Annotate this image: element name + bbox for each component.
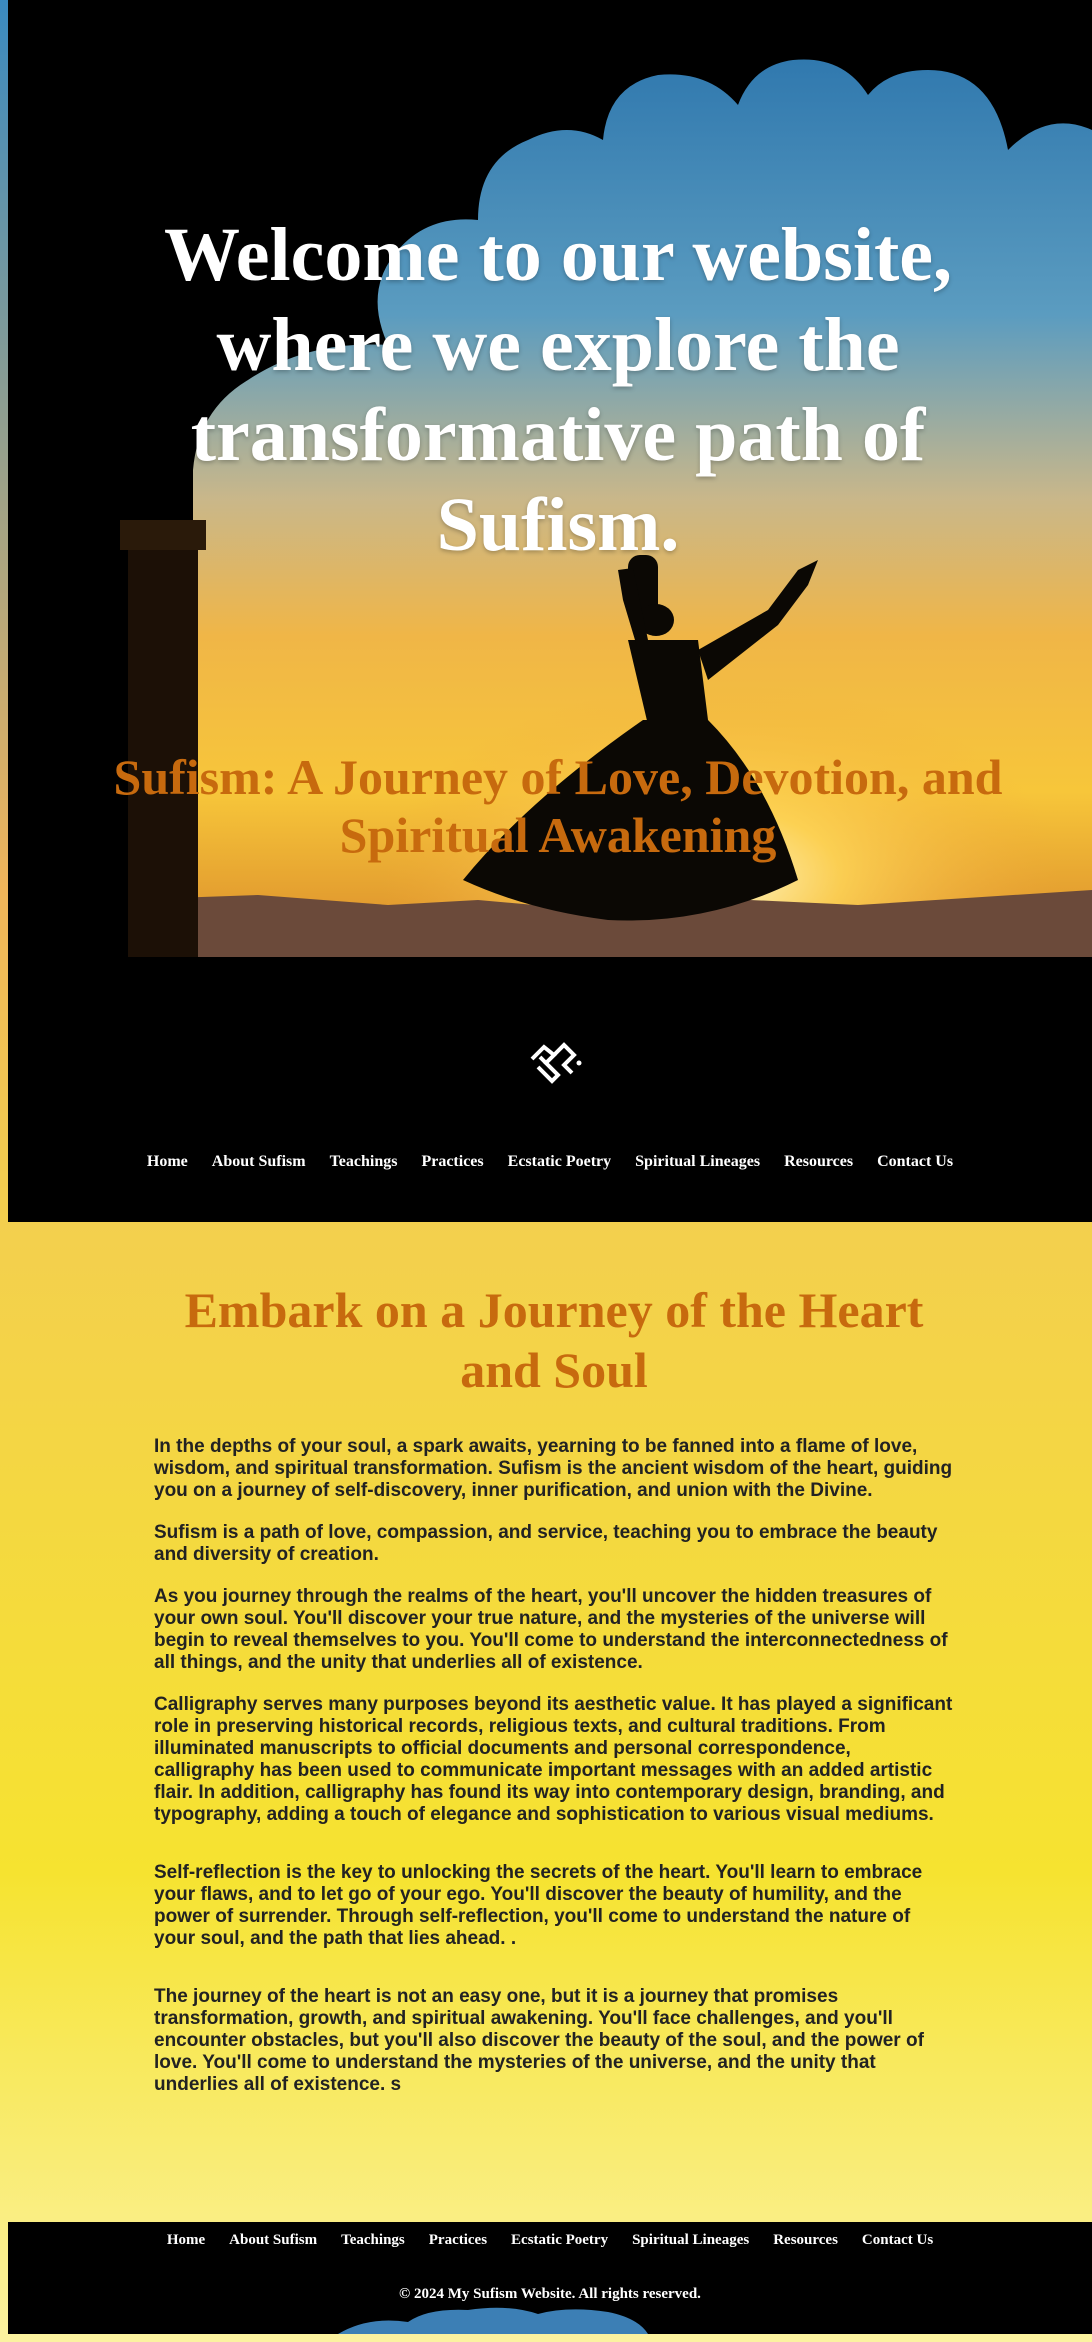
nav-about-sufism[interactable]: About Sufism — [212, 1153, 306, 1171]
nav-spiritual-lineages[interactable]: Spiritual Lineages — [635, 1153, 760, 1171]
paragraph-realms: As you journey through the realms of the… — [154, 1586, 948, 1673]
hero-subtitle: Sufism: A Journey of Love, Devotion, and… — [113, 749, 1003, 863]
footer-nav-spiritual-lineages[interactable]: Spiritual Lineages — [632, 2232, 749, 2249]
nav-resources[interactable]: Resources — [784, 1153, 853, 1171]
footer-nav: Home About Sufism Teachings Practices Ec… — [8, 2232, 1092, 2249]
nav-teachings[interactable]: Teachings — [330, 1153, 398, 1171]
sufi-calligraphy-logo-icon[interactable] — [524, 1037, 584, 1087]
footer-decorative-arch-image — [338, 2307, 648, 2334]
footer-nav-teachings[interactable]: Teachings — [341, 2232, 405, 2249]
nav-ecstatic-poetry[interactable]: Ecstatic Poetry — [508, 1153, 612, 1171]
nav-contact-us[interactable]: Contact Us — [877, 1153, 953, 1171]
footer-nav-ecstatic-poetry[interactable]: Ecstatic Poetry — [511, 2232, 608, 2249]
section-heading: Embark on a Journey of the Heart and Sou… — [184, 1282, 924, 1398]
nav-home[interactable]: Home — [147, 1153, 188, 1171]
footer-nav-resources[interactable]: Resources — [773, 2232, 838, 2249]
paragraph-calligraphy: Calligraphy serves many purposes beyond … — [154, 1694, 953, 1825]
nav-practices[interactable]: Practices — [421, 1153, 483, 1171]
footer-nav-contact-us[interactable]: Contact Us — [862, 2232, 933, 2249]
paragraph-journey: The journey of the heart is not an easy … — [154, 1986, 924, 2095]
footer-nav-practices[interactable]: Practices — [429, 2232, 487, 2249]
paragraph-intro: In the depths of your soul, a spark awai… — [154, 1436, 953, 1501]
main-nav: Home About Sufism Teachings Practices Ec… — [8, 1153, 1092, 1171]
site-footer: Home About Sufism Teachings Practices Ec… — [8, 2222, 1092, 2334]
hero-title: Welcome to our website, where we explore… — [164, 213, 952, 567]
copyright-text: © 2024 My Sufism Website. All rights res… — [399, 2286, 701, 2302]
main-content: Embark on a Journey of the Heart and Sou… — [154, 1280, 954, 2116]
hero-banner: Welcome to our website, where we explore… — [8, 0, 1092, 957]
paragraph-self-reflection: Self-reflection is the key to unlocking … — [154, 1862, 923, 1949]
site-header: Home About Sufism Teachings Practices Ec… — [8, 957, 1092, 1222]
footer-nav-home[interactable]: Home — [167, 2232, 205, 2249]
paragraph-path: Sufism is a path of love, compassion, an… — [154, 1522, 938, 1565]
footer-nav-about-sufism[interactable]: About Sufism — [229, 2232, 317, 2249]
